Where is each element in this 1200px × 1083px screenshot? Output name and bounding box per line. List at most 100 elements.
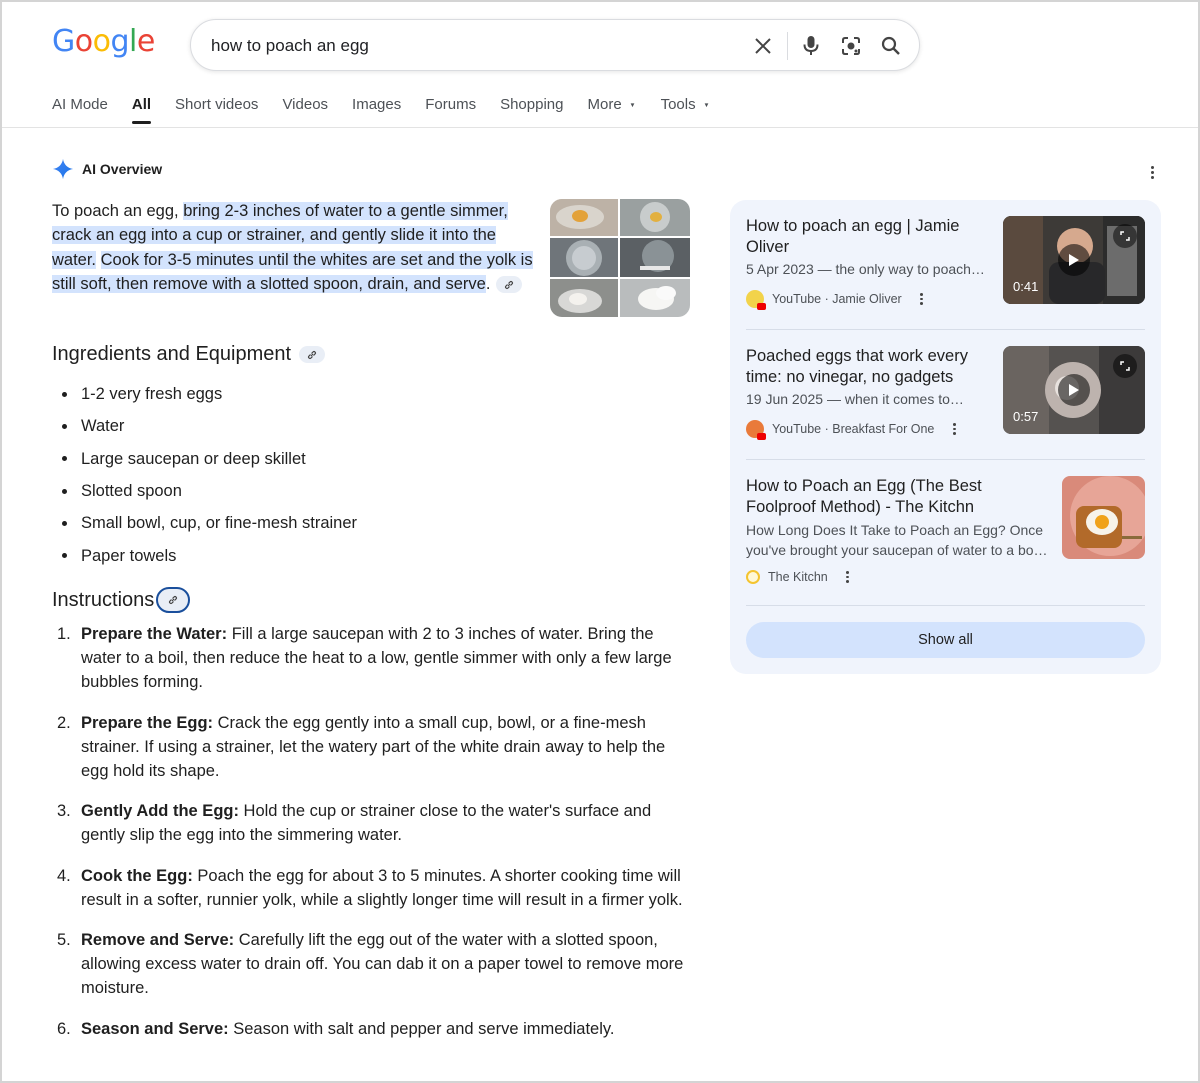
ingredient-item: Large saucepan or deep skillet [62, 443, 357, 475]
source-more-icon[interactable] [840, 570, 856, 584]
source-card-origin[interactable]: The Kitchn [746, 570, 856, 584]
image-tile-water[interactable] [620, 238, 690, 277]
step-body: Prepare the Water: Fill a large saucepan… [81, 622, 697, 695]
tab-label: Images [352, 96, 402, 113]
source-card[interactable]: How to Poach an Egg (The Best Foolproof … [746, 476, 1145, 596]
step-body: Remove and Serve: Carefully lift the egg… [81, 928, 697, 1001]
sources-panel: How to poach an egg | Jamie Oliver 5 Apr… [730, 200, 1161, 674]
channel-name: Breakfast For One [832, 422, 935, 436]
show-all-button[interactable]: Show all [746, 622, 1145, 658]
tab-label: More [587, 96, 622, 113]
ingredients-heading: Ingredients and Equipment [52, 343, 326, 366]
source-card-origin[interactable]: YouTube · Jamie Oliver [746, 290, 930, 310]
expand-icon[interactable] [1113, 354, 1137, 378]
expand-icon[interactable] [1113, 224, 1137, 248]
channel-name: Jamie Oliver [832, 292, 902, 306]
caret-down-icon: ▼ [629, 101, 636, 109]
step-title: Prepare the Egg: [81, 713, 214, 732]
gemini-sparkle-icon [52, 158, 74, 180]
ai-overview-more-icon[interactable] [1144, 164, 1160, 180]
instructions-heading: Instructions [52, 587, 191, 613]
logo-letter: g [110, 24, 130, 59]
play-icon[interactable] [1058, 374, 1090, 406]
tab-label: All [131, 96, 152, 113]
summary-highlight-2[interactable]: Cook for 3-5 minutes until the whites ar… [52, 250, 533, 293]
step-number: 1. [57, 625, 71, 643]
instructions-list: 1. Prepare the Water: Fill a large saucep… [52, 622, 697, 1057]
source-link-icon[interactable] [496, 276, 523, 294]
video-duration: 0:41 [1013, 279, 1039, 294]
tab-label: AI Mode [52, 96, 108, 113]
instructions-link-icon[interactable] [156, 587, 191, 613]
source-card-origin[interactable]: YouTube · Breakfast For One [746, 420, 962, 440]
source-more-icon[interactable] [914, 292, 930, 306]
ingredients-link-icon[interactable] [299, 346, 326, 363]
search-input[interactable]: how to poach an egg [211, 36, 369, 56]
logo-letter: o [74, 24, 93, 59]
source-card-title[interactable]: How to poach an egg | Jamie Oliver [746, 216, 996, 257]
source-card-title[interactable]: Poached eggs that work every time: no vi… [746, 346, 996, 387]
ingredient-text: Slotted spoon [81, 482, 182, 501]
source-card-snippet-line-2: you've brought your saucepan of water to… [746, 542, 1048, 558]
video-thumbnail[interactable]: 0:41 [1003, 216, 1145, 304]
article-thumbnail[interactable] [1062, 476, 1145, 559]
source-card-title[interactable]: How to Poach an Egg (The Best Foolproof … [746, 476, 1046, 517]
play-icon[interactable] [1058, 244, 1090, 276]
logo-letter: o [92, 24, 111, 59]
logo-letter: G [52, 24, 75, 59]
step-body: Gently Add the Egg: Hold the cup or stra… [81, 799, 697, 847]
tab-ai-mode[interactable]: AI Mode [52, 96, 108, 126]
instruction-step: 1. Prepare the Water: Fill a large saucep… [52, 622, 697, 695]
step-number: 6. [57, 1019, 71, 1038]
tab-forums[interactable]: Forums [425, 96, 476, 126]
ingredient-text: Large saucepan or deep skillet [81, 449, 306, 468]
source-card[interactable]: How to poach an egg | Jamie Oliver 5 Apr… [746, 216, 1145, 312]
search-icon[interactable] [879, 34, 903, 58]
tab-short-videos[interactable]: Short videos [175, 96, 258, 126]
search-divider [787, 32, 788, 60]
image-tile-pot[interactable] [550, 238, 618, 277]
image-tile-spoon[interactable] [550, 279, 618, 317]
logo-letter: l [129, 24, 137, 59]
ingredient-text: Water [81, 417, 125, 436]
step-number: 5. [57, 931, 71, 950]
lens-camera-icon[interactable] [839, 34, 863, 58]
source-name: The Kitchn [768, 570, 828, 584]
tab-more[interactable]: More ▼ [587, 96, 636, 126]
clear-icon[interactable] [751, 34, 775, 58]
step-number: 3. [57, 802, 71, 821]
source-card[interactable]: Poached eggs that work every time: no vi… [746, 346, 1145, 442]
youtube-badge-icon [757, 303, 766, 310]
instructions-heading-text: Instructions [52, 588, 155, 611]
image-tile-egg-cup[interactable] [550, 199, 618, 236]
image-tile-strainer[interactable] [620, 199, 690, 236]
step-title: Season and Serve: [81, 1019, 229, 1038]
step-number: 2. [57, 713, 71, 732]
step-title: Cook the Egg: [81, 866, 193, 885]
ingredients-list: 1-2 very fresh eggs Water Large saucepan o… [62, 378, 357, 572]
source-card-snippet-line-1: How Long Does It Take to Poach an Egg? O… [746, 522, 1044, 538]
ai-overview-summary: To poach an egg, bring 2-3 inches of wat… [52, 199, 547, 296]
image-tile-served-egg[interactable] [620, 279, 690, 317]
video-thumbnail[interactable]: 0:57 [1003, 346, 1145, 434]
ingredient-item: 1-2 very fresh eggs [62, 378, 357, 410]
google-logo[interactable]: Google [52, 24, 155, 59]
search-box[interactable]: how to poach an egg [190, 19, 920, 71]
step-body: Cook the Egg: Poach the egg for about 3 … [81, 864, 697, 912]
step-number: 4. [57, 866, 71, 885]
overview-image-mosaic[interactable] [550, 199, 690, 317]
ingredient-item: Water [62, 410, 357, 442]
microphone-icon[interactable] [799, 34, 823, 58]
step-title: Prepare the Water: [81, 625, 228, 643]
tab-tools[interactable]: Tools ▼ [661, 96, 711, 126]
tab-label: Tools [660, 96, 696, 113]
tab-all[interactable]: All [131, 96, 152, 126]
step-body: Season and Serve: Season with salt and p… [81, 1017, 697, 1041]
tab-images[interactable]: Images [352, 96, 401, 126]
tab-videos[interactable]: Videos [282, 96, 328, 126]
ai-overview-header: AI Overview [52, 158, 162, 180]
tab-label: Shopping [500, 96, 564, 113]
source-more-icon[interactable] [946, 422, 962, 436]
tab-shopping[interactable]: Shopping [500, 96, 563, 126]
channel-avatar [746, 290, 766, 310]
